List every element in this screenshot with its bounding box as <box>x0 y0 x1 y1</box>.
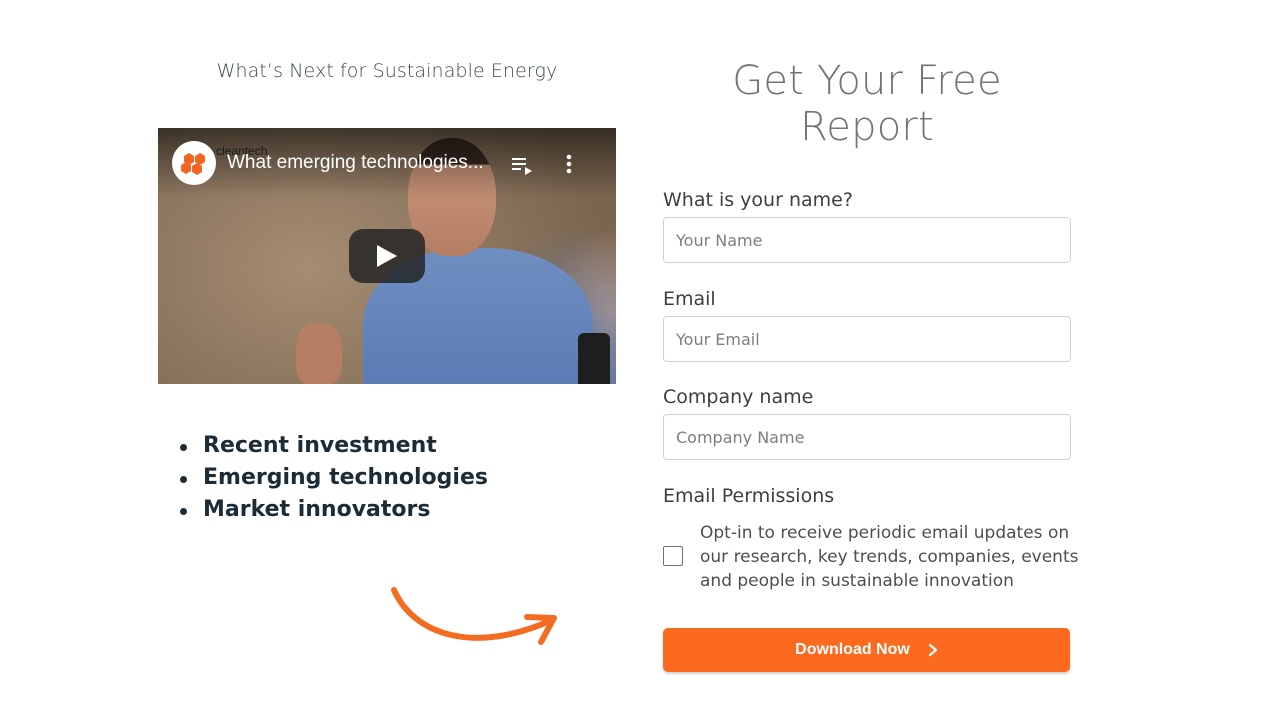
chevron-right-icon <box>928 643 937 657</box>
company-input[interactable] <box>663 414 1071 460</box>
form-title: Get Your Free Report <box>732 58 1002 150</box>
curved-arrow-icon <box>391 587 557 645</box>
list-item: Market innovators <box>178 494 488 526</box>
download-button-label: Download Now <box>795 641 910 658</box>
play-button[interactable] <box>349 229 425 283</box>
email-input[interactable] <box>663 316 1071 362</box>
video-section-title: What’s Next for Sustainable Energy <box>216 60 558 82</box>
optin-description: Opt-in to receive periodic email updates… <box>700 523 1079 591</box>
video-frame-hand <box>296 323 342 384</box>
list-item: Emerging technologies <box>178 462 488 494</box>
landing-page: What’s Next for Sustainable Energy clean… <box>0 0 1280 720</box>
video-player[interactable]: cleantech What emerging technologies... <box>158 128 616 384</box>
list-item: Recent investment <box>178 430 488 462</box>
video-title[interactable]: What emerging technologies... <box>227 152 484 174</box>
video-frame-chair <box>578 333 610 384</box>
optin-checkbox[interactable] <box>663 546 683 566</box>
download-now-button[interactable]: Download Now <box>663 628 1070 672</box>
play-icon <box>377 245 397 267</box>
company-field-label: Company name <box>663 386 814 408</box>
more-vertical-icon[interactable] <box>563 152 575 180</box>
email-field-label: Email <box>663 288 716 310</box>
name-field-label: What is your name? <box>663 189 853 211</box>
feature-list: Recent investment Emerging technologies … <box>178 430 488 526</box>
name-input[interactable] <box>663 217 1071 263</box>
email-permissions-label: Email Permissions <box>663 485 835 507</box>
hexagon-cluster-icon[interactable] <box>172 141 216 185</box>
playlist-icon[interactable] <box>512 156 534 180</box>
